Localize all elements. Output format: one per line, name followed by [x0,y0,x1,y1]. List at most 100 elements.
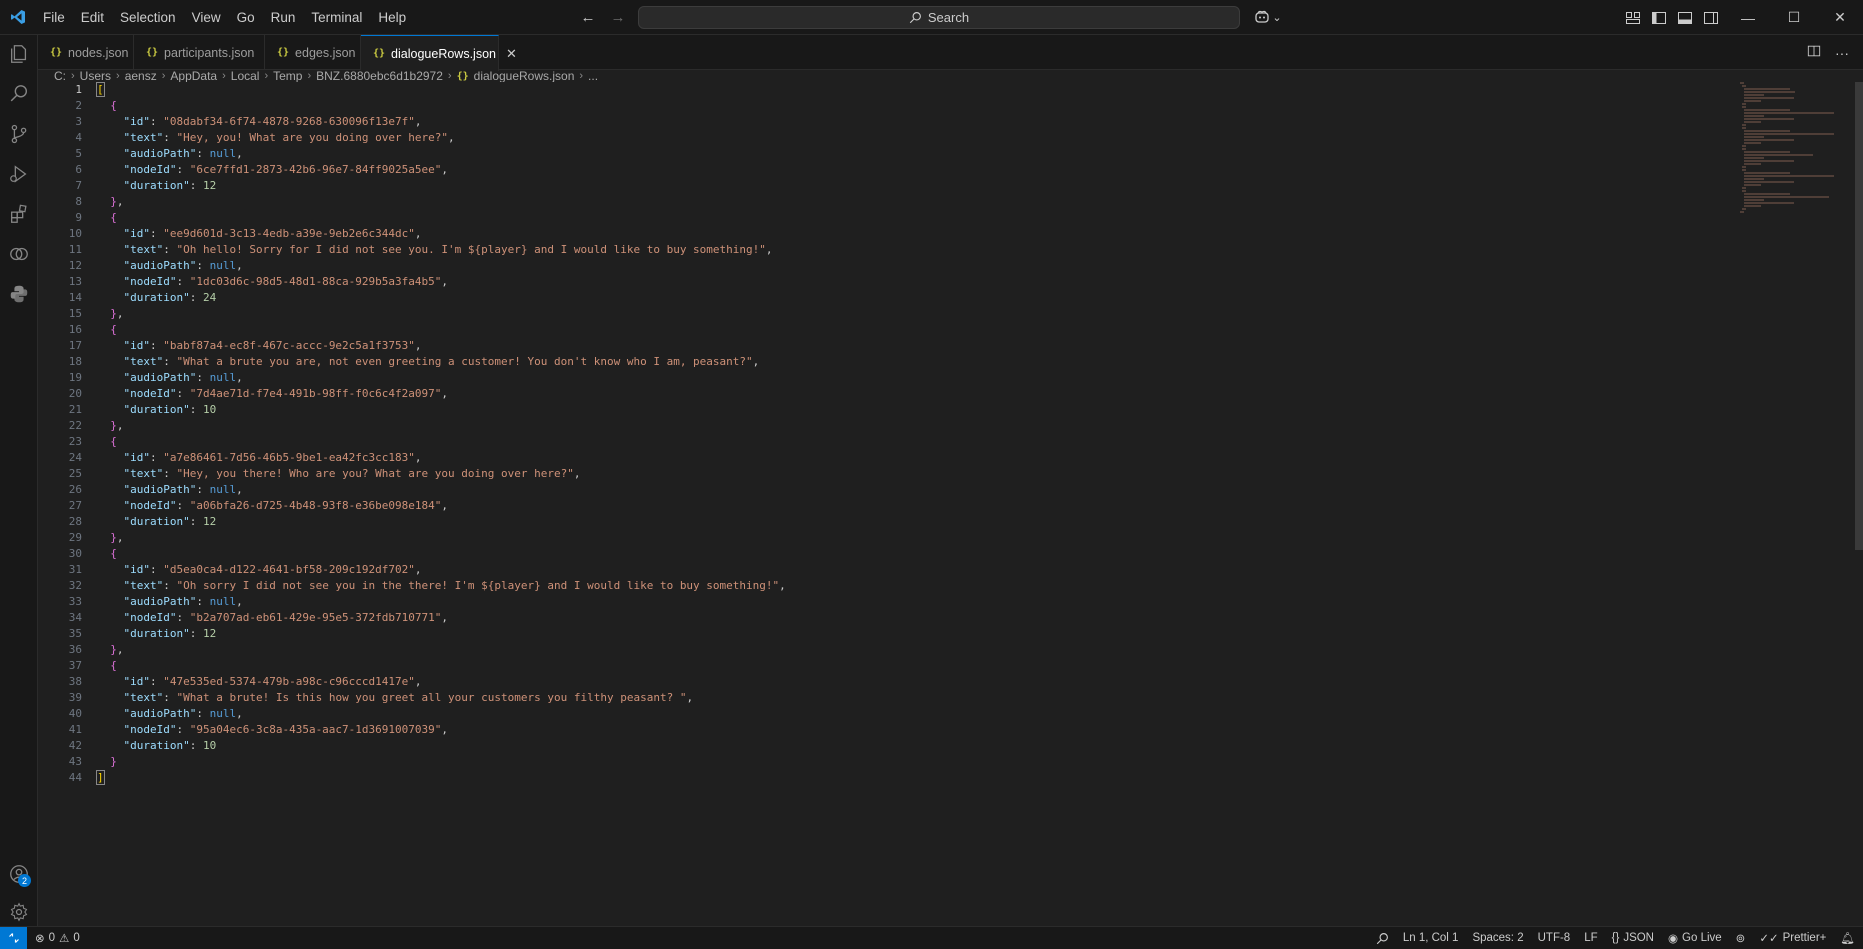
close-tab-icon[interactable]: ✕ [506,46,517,62]
forward-arrow-icon[interactable]: → [608,8,628,28]
cursor-position[interactable]: Ln 1, Col 1 [1403,932,1459,944]
json-key: "id" [123,451,151,464]
json-string: "a06bfa26-d725-4b48-93f8-e36be098e184" [189,499,442,512]
menu-file[interactable]: File [35,0,73,35]
menu-run[interactable]: Run [263,0,304,35]
breadcrumb-item[interactable]: BNZ.6880ebc6d1b2972 [316,69,443,83]
breadcrumb-item[interactable]: C: [54,69,66,83]
json-key: "text" [123,131,164,144]
json-number: 10 [202,739,217,752]
menu-help[interactable]: Help [370,0,414,35]
line-number: 31 [68,563,82,576]
json-string: "d5ea0ca4-d122-4641-bf58-209c192df702" [163,563,415,576]
minimap[interactable] [1740,82,1860,213]
menu-view[interactable]: View [184,0,229,35]
extensions-icon[interactable] [0,195,38,233]
minimap-line [1743,181,1794,183]
code-line: "id": "babf87a4-ec8f-467c-accc-9e2c5a1f3… [123,339,422,352]
json-key: "nodeId" [123,275,177,288]
breadcrumb-item[interactable]: dialogueRows.json [474,69,575,83]
breadcrumb-item[interactable]: AppData [170,69,217,83]
explorer-icon[interactable] [0,35,38,73]
line-number: 22 [68,419,82,432]
json-key: "nodeId" [123,611,177,624]
breadcrumb-item[interactable]: Temp [273,69,302,83]
brace-close: } [110,531,117,544]
json-key: "audioPath" [123,595,197,608]
copilot-button[interactable]: ⌄ [1251,6,1285,28]
json-key: "audioPath" [123,259,197,272]
minimap-line [1740,82,1744,84]
error-count: 0 [48,932,56,944]
minimap-line [1743,136,1765,138]
accounts-icon[interactable]: 2 [0,855,38,893]
line-number: 25 [68,467,82,480]
back-arrow-icon[interactable]: ← [578,8,598,28]
code-line: "duration": 24 [123,291,217,304]
json-null: null [209,371,237,384]
encoding[interactable]: UTF-8 [1538,932,1571,944]
customize-layout-icon[interactable] [1624,9,1642,27]
line-number: 24 [68,451,82,464]
json-key: "text" [123,467,164,480]
code-content[interactable]: [ { "id": "08dabf34-6f74-4878-9268-63009… [96,82,786,786]
more-actions-icon[interactable]: ··· [1835,45,1849,61]
minimap-line [1743,172,1791,174]
breadcrumb-item[interactable]: Local [231,69,260,83]
brace-close: } [110,755,117,768]
vertical-scrollbar[interactable] [1855,82,1863,926]
code-line: [ [96,82,786,98]
remote-indicator-icon[interactable] [0,927,27,949]
notifications-bell-icon[interactable]: 🔔︎ [1840,931,1855,945]
command-center-search[interactable]: Search [638,6,1240,29]
brace-open: { [110,659,117,672]
breadcrumb-item[interactable]: ... [588,69,598,83]
copilot-chat-icon[interactable] [0,235,38,273]
prettier-label: Prettier+ [1782,932,1827,944]
maximize-icon[interactable]: ☐ [1771,0,1817,35]
close-window-icon[interactable]: ✕ [1817,0,1863,35]
menu-selection[interactable]: Selection [112,0,184,35]
source-control-icon[interactable] [0,115,38,153]
breadcrumb-item[interactable]: aensz [125,69,157,83]
copilot-status-icon[interactable]: ⊚ [1736,931,1746,945]
json-key: "audioPath" [123,483,197,496]
menu-terminal[interactable]: Terminal [303,0,370,35]
braces-icon: {} [1611,932,1620,944]
scrollbar-thumb[interactable] [1855,82,1863,550]
brace-close: } [110,307,117,320]
json-key: "id" [123,339,151,352]
menu-edit[interactable]: Edit [73,0,112,35]
toggle-secondary-sidebar-icon[interactable] [1702,9,1720,27]
go-live-button[interactable]: ◉ Go Live [1668,931,1722,945]
json-file-icon: {} [50,47,63,58]
code-line: "text": "What a brute! Is this how you g… [123,691,694,704]
code-line: } [97,754,786,770]
code-line: "audioPath": null, [123,483,243,496]
code-editor[interactable]: 1 2 3 4 5 6 7 8 9 10 11 12 13 14 15 16 17 18 19 20 21 22 23 24 2… [38,82,1863,926]
minimap-line [1743,184,1761,186]
problems-status[interactable]: ⊗ 0 ⚠ 0 [35,931,80,945]
python-icon[interactable] [0,275,38,313]
brace-close: } [110,643,117,656]
language-mode[interactable]: {} JSON [1612,932,1654,944]
code-line: { [97,322,786,338]
line-number: 29 [68,531,82,544]
toggle-panel-icon[interactable] [1676,9,1694,27]
minimap-line [1741,106,1746,108]
prettier-button[interactable]: ✓✓ Prettier+ [1759,931,1826,945]
split-editor-icon[interactable] [1807,44,1821,61]
toggle-primary-sidebar-icon[interactable] [1650,9,1668,27]
indentation[interactable]: Spaces: 2 [1472,932,1523,944]
search-icon[interactable] [0,75,38,113]
breadcrumb-item[interactable]: Users [80,69,111,83]
minimize-icon[interactable]: — [1725,0,1771,35]
zoom-icon[interactable] [1376,932,1389,945]
json-key: "audioPath" [123,147,197,160]
end-of-line[interactable]: LF [1584,932,1597,944]
code-line: "nodeId": "6ce7ffd1-2873-42b6-96e7-84ff9… [123,163,449,176]
minimap-line [1743,154,1813,156]
menu-go[interactable]: Go [229,0,263,35]
json-key: "text" [123,243,164,256]
run-debug-icon[interactable] [0,155,38,193]
